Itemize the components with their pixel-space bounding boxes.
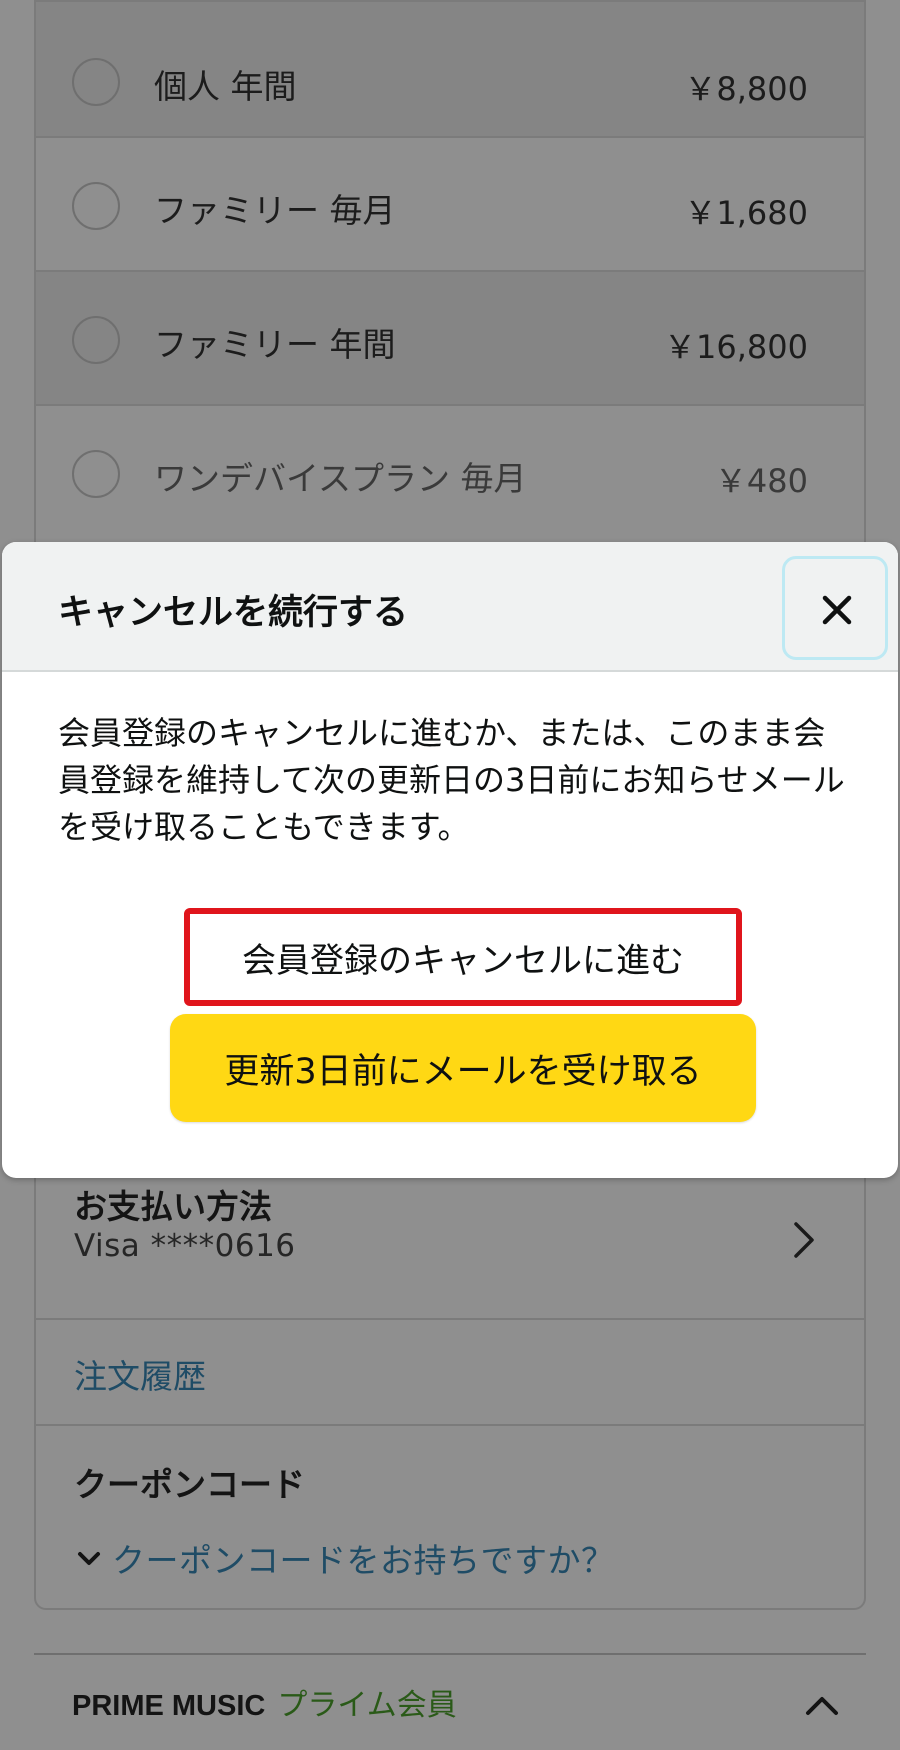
plan-price: ￥16,800 [664,328,808,366]
account-details-card: お支払い方法 Visa ****0616 注文履歴 クーポンコード クーポンコー… [34,1170,866,1610]
plan-list: 個人 年間 ￥8,800 ファミリー 毎月 ￥1,680 ファミリー 年間 ￥1… [34,0,866,560]
chevron-right-icon[interactable] [774,1210,834,1270]
coupon-code-link[interactable]: クーポンコードをお持ちですか？ [112,1534,615,1582]
plan-row-family-annual[interactable]: ファミリー 年間 ￥16,800 [36,272,864,406]
order-history-link[interactable]: 注文履歴 [74,1350,206,1398]
close-button[interactable] [782,556,888,660]
plan-name: ファミリー 毎月 [154,191,396,230]
radio-button[interactable] [72,58,120,106]
coupon-code-title: クーポンコード [74,1465,305,1504]
plan-row-family-monthly[interactable]: ファミリー 毎月 ￥1,680 [36,138,864,272]
footer-subtitle: プライム会員 [277,1688,457,1723]
plan-row-individual-annual[interactable]: 個人 年間 ￥8,800 [36,2,864,138]
dialog-header: キャンセルを続行する [2,542,898,672]
plan-name: ファミリー 年間 [154,325,396,364]
plan-name: ワンデバイスプラン 毎月 [154,459,527,498]
proceed-cancel-button[interactable]: 会員登録のキャンセルに進む [184,908,742,1006]
radio-button[interactable] [72,450,120,498]
payment-method-title: お支払い方法 [74,1187,272,1226]
coupon-code-toggle[interactable]: クーポンコードをお持ちですか？ [74,1534,615,1582]
dialog-message: 会員登録のキャンセルに進むか、または、このまま会員登録を維持して次の更新日の3日… [58,714,845,846]
chevron-up-icon[interactable] [800,1685,844,1725]
divider [36,1424,864,1426]
plan-name: 個人 年間 [154,67,297,106]
plan-price: ￥8,800 [684,70,808,108]
divider [36,1318,864,1320]
footer-section-header[interactable]: PRIME MUSIC プライム会員 [72,1680,457,1724]
plan-row-one-device-monthly[interactable]: ワンデバイスプラン 毎月 ￥480 [36,406,864,540]
plan-price: ￥1,680 [684,194,808,232]
payment-method-row[interactable]: お支払い方法 Visa ****0616 [36,1170,864,1318]
footer-brand: PRIME MUSIC [72,1690,266,1722]
dialog-title: キャンセルを続行する [58,593,409,633]
email-reminder-button[interactable]: 更新3日前にメールを受け取る [170,1014,756,1122]
radio-button[interactable] [72,316,120,364]
payment-method-value: Visa ****0616 [74,1228,296,1264]
chevron-down-icon [78,1552,100,1565]
close-icon [822,595,852,625]
divider [34,1653,866,1655]
cancel-continue-dialog: キャンセルを続行する 会員登録のキャンセルに進むか、または、このまま会員登録を維… [2,542,898,1178]
radio-button[interactable] [72,182,120,230]
plan-price: ￥480 [714,462,808,500]
